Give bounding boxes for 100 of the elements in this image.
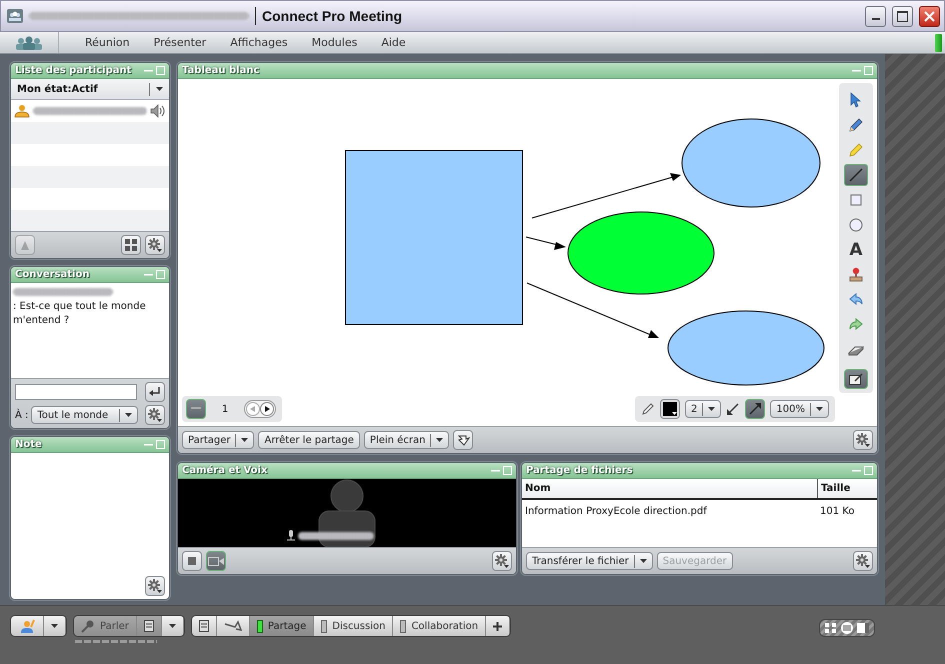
menu-item[interactable]: Modules — [300, 36, 370, 49]
file-name-cell[interactable]: Information ProxyEcole direction.pdf — [522, 504, 817, 519]
caret-icon — [708, 407, 716, 411]
people-logo-icon — [14, 36, 44, 50]
gear-icon — [148, 579, 162, 593]
add-layout-button[interactable] — [486, 616, 510, 636]
settings-button[interactable] — [853, 430, 873, 450]
settings-button[interactable] — [492, 551, 512, 571]
talk-menu-button[interactable] — [162, 616, 184, 636]
panel-title: Tableau blanc — [182, 65, 260, 76]
text-tool-button[interactable]: A — [844, 239, 868, 261]
window-title: Connect Pro Meeting — [262, 8, 404, 24]
recipient-dropdown[interactable]: Tout le monde — [31, 406, 138, 424]
layout-tab[interactable]: Discussion — [314, 616, 394, 636]
zoom-dropdown[interactable]: 100% — [770, 400, 829, 418]
layout-tab[interactable]: Partage — [250, 616, 314, 636]
upload-file-button[interactable]: Transférer le fichier — [526, 552, 653, 570]
send-button[interactable] — [145, 382, 165, 402]
maximize-icon — [897, 10, 908, 22]
settings-button[interactable] — [853, 551, 873, 571]
layout-tab[interactable]: Collaboration — [393, 616, 486, 636]
recipient-label: À : — [15, 410, 28, 421]
grid-view-button[interactable] — [121, 234, 141, 254]
page-toggle-button[interactable] — [186, 399, 206, 419]
gear-icon — [148, 238, 162, 252]
menu-item[interactable]: Aide — [369, 36, 418, 49]
chat-message: : Est-ce que tout le monde m'entend ? — [13, 300, 147, 328]
status-menu-button[interactable] — [44, 616, 66, 636]
column-header[interactable]: Nom — [522, 479, 817, 498]
line-tool-button[interactable] — [844, 164, 868, 186]
settings-button[interactable] — [145, 576, 165, 596]
minimize-icon — [872, 18, 880, 20]
gear-icon — [856, 554, 870, 568]
microphone-icon — [81, 619, 95, 633]
file-size-cell-text: 101 Ko — [819, 505, 856, 519]
microphone-icon — [287, 530, 295, 541]
triangle-icon — [19, 238, 31, 250]
pen-icon — [847, 116, 865, 134]
status-light — [935, 34, 942, 52]
color-picker[interactable] — [660, 399, 680, 419]
menu-item[interactable]: Présenter — [142, 36, 218, 49]
camera-toggle[interactable] — [206, 551, 226, 571]
plus-icon — [493, 622, 502, 630]
panel-title: Partage de fichiers — [526, 465, 633, 476]
minus-icon — [191, 407, 201, 411]
caret-icon — [816, 407, 823, 411]
person-icon — [18, 619, 36, 633]
next-page-button[interactable] — [260, 402, 274, 416]
maximize-button[interactable] — [892, 6, 913, 26]
list-view-icon[interactable] — [840, 622, 854, 634]
caret-icon — [168, 624, 176, 628]
arrow-start-icon — [726, 402, 740, 416]
caret-icon — [156, 87, 163, 91]
ellipse-icon — [847, 216, 865, 234]
color-swatch-icon — [663, 402, 678, 416]
line-width-dropdown[interactable]: 2 — [685, 400, 722, 418]
line-icon — [847, 166, 865, 184]
edit-toggle[interactable] — [844, 369, 868, 389]
status-dropdown[interactable]: Mon état:Actif — [11, 79, 169, 100]
caret-icon — [51, 624, 58, 628]
panel-title: Liste des participant — [15, 65, 132, 76]
panel-view-icon[interactable] — [856, 622, 870, 634]
menu-item[interactable]: Affichages — [218, 36, 300, 49]
gear-icon — [856, 433, 870, 447]
column-header[interactable]: Taille — [817, 479, 877, 498]
page-number: 1 — [220, 404, 230, 414]
video-camera-icon — [208, 556, 224, 566]
lock-button[interactable] — [136, 616, 162, 636]
panel-title: Conversation — [15, 268, 90, 280]
grid-view-icon[interactable] — [824, 622, 838, 634]
pointer-icon — [456, 433, 470, 447]
stop-button[interactable] — [182, 551, 202, 571]
grid-icon — [125, 238, 137, 250]
close-button[interactable] — [919, 6, 940, 26]
arrow-end-toggle[interactable] — [745, 399, 766, 419]
pointer-sync-button[interactable] — [453, 430, 474, 450]
edit-icon — [849, 373, 863, 385]
caret-icon — [125, 413, 132, 418]
gear-icon — [148, 408, 162, 422]
diagonal-arrow-icon — [748, 402, 762, 416]
arrow — [526, 236, 566, 250]
message-input-field[interactable] — [15, 384, 137, 400]
lock-button[interactable] — [192, 616, 217, 636]
fullscreen-button[interactable]: Plein écran — [364, 431, 450, 449]
tools-button[interactable] — [216, 616, 250, 636]
panel-title: Caméra et Voix — [182, 465, 268, 476]
menu-item[interactable]: Réunion — [73, 36, 142, 49]
settings-button[interactable] — [145, 405, 165, 426]
minimize-button[interactable] — [865, 6, 886, 26]
lock-icon — [198, 620, 209, 632]
gear-icon — [495, 554, 509, 568]
close-icon — [924, 10, 935, 22]
stop-sharing-button[interactable]: Arrêter le partage — [258, 431, 360, 449]
host-person-icon — [14, 104, 30, 118]
panel-title: Note — [15, 439, 42, 450]
share-button[interactable]: Partager — [182, 431, 254, 449]
enter-icon — [149, 387, 161, 398]
settings-button[interactable] — [145, 234, 165, 254]
square-icon — [188, 557, 196, 565]
pencil-icon — [641, 402, 656, 416]
